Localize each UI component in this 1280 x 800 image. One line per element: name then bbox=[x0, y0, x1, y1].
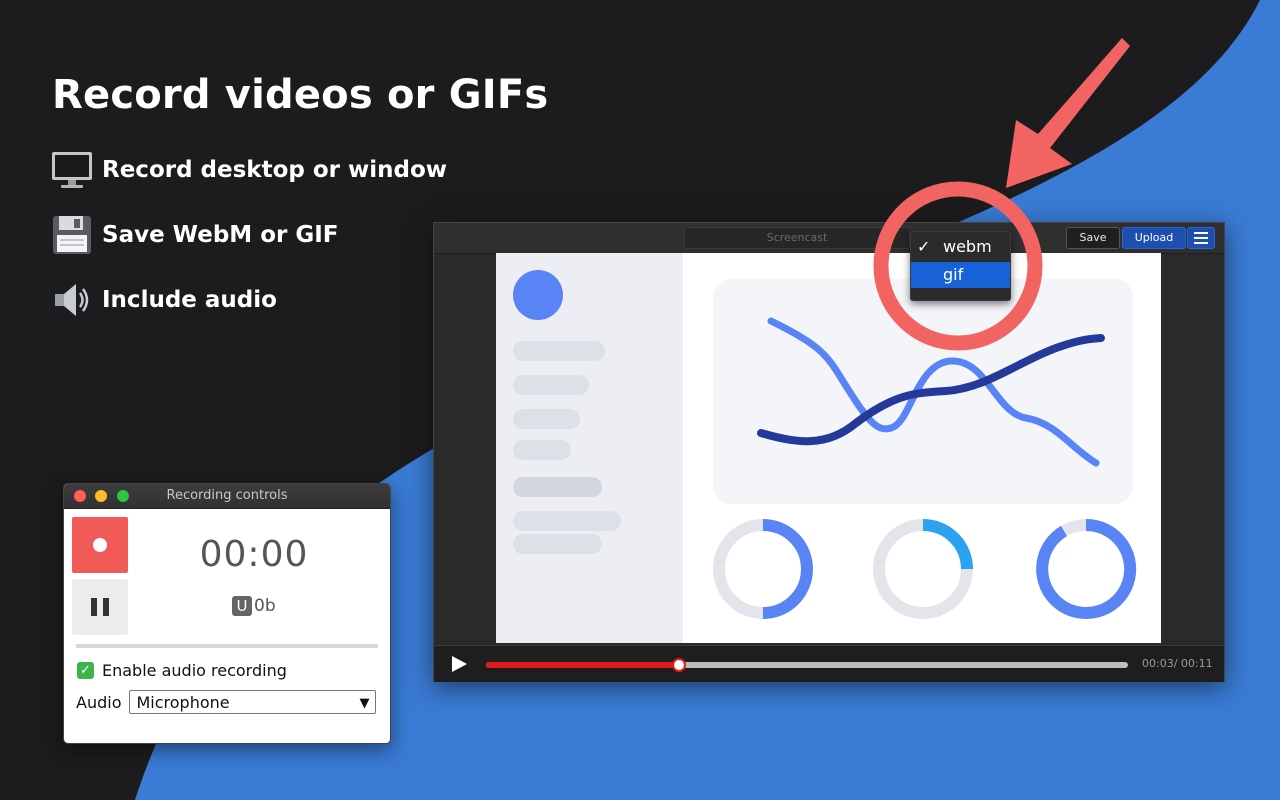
feature-record-desktop: Record desktop or window bbox=[50, 148, 447, 192]
speaker-icon bbox=[55, 284, 89, 316]
audio-source-select[interactable]: Microphone ▼ bbox=[129, 690, 377, 714]
format-option-webm[interactable]: ✓ webm bbox=[911, 234, 1010, 260]
video-preview bbox=[496, 253, 1161, 643]
preview-dashboard-illustration bbox=[496, 253, 1137, 643]
minimize-button[interactable] bbox=[95, 490, 107, 502]
chevron-down-icon: ▼ bbox=[359, 696, 370, 711]
recording-timer: 00:00 bbox=[199, 534, 309, 575]
player-window: Screencast Save Upload 00:03/ 00:11 bbox=[433, 222, 1225, 682]
time-readout: 00:03/ 00:11 bbox=[1142, 657, 1213, 670]
playback-controls: 00:03/ 00:11 bbox=[434, 645, 1224, 682]
recording-titlebar: Recording controls bbox=[64, 484, 390, 509]
file-size-value: 0b bbox=[254, 596, 276, 616]
player-titlebar: Screencast Save Upload bbox=[434, 223, 1224, 254]
record-button[interactable] bbox=[72, 517, 128, 573]
feature-save-format: Save WebM or GIF bbox=[50, 213, 339, 257]
feature-label: Include audio bbox=[102, 287, 277, 313]
format-dropdown: ✓ webm gif bbox=[910, 231, 1011, 301]
maximize-button[interactable] bbox=[117, 490, 129, 502]
audio-label: Audio bbox=[76, 692, 122, 712]
recording-controls-window: Recording controls 00:00 U 0b ✓ Enable a… bbox=[63, 483, 391, 744]
upload-size-badge: U bbox=[232, 596, 252, 616]
progress-fill bbox=[486, 662, 679, 668]
window-title: Recording controls bbox=[166, 488, 288, 503]
checkmark-icon: ✓ bbox=[917, 237, 931, 256]
title-field[interactable]: Screencast bbox=[684, 227, 910, 249]
play-icon[interactable] bbox=[450, 655, 468, 673]
feature-label: Record desktop or window bbox=[102, 157, 448, 183]
record-icon bbox=[93, 538, 107, 552]
headline: Record videos or GIFs bbox=[52, 72, 549, 118]
divider bbox=[76, 644, 378, 648]
progress-bar[interactable] bbox=[486, 658, 1128, 672]
hamburger-menu-icon bbox=[1194, 232, 1208, 244]
format-option-label: webm bbox=[943, 237, 992, 256]
format-option-label: gif bbox=[943, 265, 964, 284]
save-button[interactable]: Save bbox=[1066, 227, 1120, 249]
audio-source-row: Audio Microphone ▼ bbox=[76, 690, 377, 714]
pause-button[interactable] bbox=[72, 579, 128, 635]
checkbox-checked-icon: ✓ bbox=[77, 662, 94, 679]
audio-source-value: Microphone bbox=[136, 693, 230, 712]
monitor-icon bbox=[52, 152, 92, 188]
enable-audio-checkbox[interactable]: ✓ Enable audio recording bbox=[77, 661, 287, 680]
close-button[interactable] bbox=[74, 490, 86, 502]
feature-include-audio: Include audio bbox=[50, 278, 277, 322]
progress-knob[interactable] bbox=[671, 658, 686, 672]
upload-button[interactable]: Upload bbox=[1122, 227, 1186, 249]
checkbox-label: Enable audio recording bbox=[102, 661, 287, 680]
file-size-indicator: U 0b bbox=[232, 596, 276, 616]
feature-label: Save WebM or GIF bbox=[102, 222, 339, 248]
format-option-gif[interactable]: gif bbox=[911, 262, 1010, 288]
floppy-disk-icon bbox=[53, 216, 91, 254]
menu-button[interactable] bbox=[1187, 227, 1215, 249]
